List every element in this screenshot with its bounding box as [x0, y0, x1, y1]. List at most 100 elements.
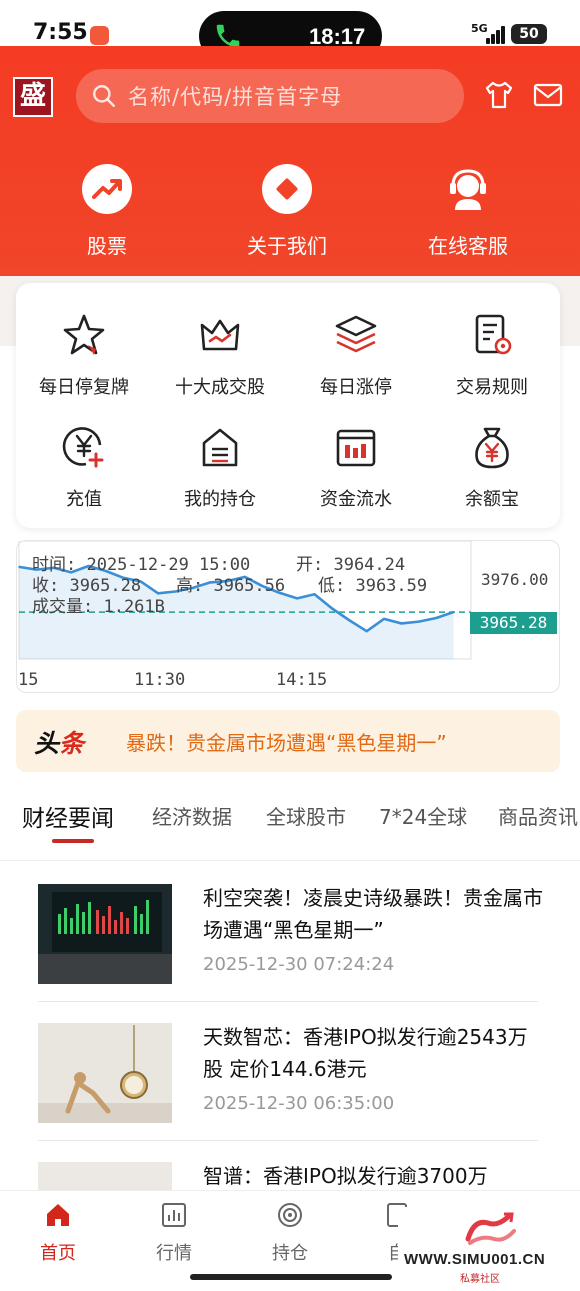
- bar-report-icon: [336, 429, 376, 467]
- tab-finance-news[interactable]: 财经要闻: [22, 799, 114, 833]
- grid-label: 我的持仓: [184, 489, 256, 510]
- nav-label: 持仓: [272, 1243, 308, 1264]
- x-tick-label: 14:15: [276, 670, 328, 690]
- news-tabs: 财经要闻 经济数据 全球股市 7*24全球 商品资讯: [0, 795, 580, 855]
- diamond-icon: [262, 164, 312, 214]
- chart-volume: 成交量: 1.261B: [32, 597, 165, 617]
- data-point: [383, 618, 385, 620]
- chart-high: 高: 3965.56: [176, 576, 286, 596]
- grid-item-limit-up[interactable]: 每日涨停: [288, 311, 424, 399]
- signal-icon: [480, 26, 506, 44]
- status-time: 7:55: [33, 20, 88, 45]
- tshirt-icon[interactable]: [483, 80, 515, 110]
- news-time: 2025-12-30 06:35:00: [203, 1093, 395, 1114]
- home-indicator[interactable]: [190, 1274, 392, 1280]
- headline-banner[interactable]: 头条 暴跌！贵金属市场遭遇“黑色星期一”: [16, 710, 560, 772]
- star-icon: [63, 314, 105, 355]
- grid-item-cash-flow[interactable]: 资金流水: [288, 423, 424, 511]
- grid-item-rules[interactable]: 交易规则: [424, 311, 560, 399]
- nav-positions[interactable]: 持仓: [250, 1201, 330, 1265]
- grid-label: 每日涨停: [320, 377, 392, 398]
- news-thumbnail: [38, 1023, 172, 1123]
- target-icon: [278, 1203, 302, 1227]
- grid-item-holdings[interactable]: 我的持仓: [152, 423, 288, 511]
- news-time: 2025-12-30 07:24:24: [203, 954, 395, 975]
- grid-item-suspension[interactable]: 每日停复牌: [16, 311, 152, 399]
- grid-label: 每日停复牌: [39, 377, 129, 398]
- data-point: [452, 611, 455, 613]
- crown-icon: [200, 319, 240, 351]
- grid-label: 充值: [66, 489, 102, 510]
- grid-label: 十大成交股: [175, 377, 265, 398]
- quick-link-stocks[interactable]: 股票: [42, 164, 172, 259]
- data-point: [313, 593, 316, 596]
- headline-text: 暴跌！贵金属市场遭遇“黑色星期一”: [126, 731, 447, 755]
- data-point: [331, 607, 333, 610]
- layers-icon: [335, 315, 377, 353]
- headline-tag-black: 头: [34, 729, 60, 758]
- grid-item-recharge[interactable]: 充值: [16, 423, 152, 511]
- chart-bars-icon: [162, 1203, 186, 1227]
- app-logo[interactable]: 盛: [13, 77, 53, 117]
- chart-low: 低: 3963.59: [318, 576, 428, 596]
- search-placeholder: 名称/代码/拼音首字母: [128, 85, 343, 109]
- quick-link-label: 在线客服: [428, 234, 508, 258]
- data-point: [418, 620, 420, 623]
- active-tab-indicator: [52, 839, 94, 843]
- quick-link-label: 关于我们: [247, 234, 327, 258]
- money-bag-icon: [475, 427, 509, 469]
- tab-commodities[interactable]: 商品资讯: [498, 801, 578, 830]
- data-point: [435, 617, 438, 619]
- quick-link-label: 股票: [87, 234, 127, 258]
- status-bar: 7:55 18:17 5G 50: [0, 0, 580, 61]
- data-point: [296, 597, 298, 600]
- quick-link-service[interactable]: 在线客服: [403, 164, 533, 259]
- nav-label: 首页: [40, 1243, 76, 1264]
- search-input[interactable]: 名称/代码/拼音首字母: [76, 69, 464, 123]
- watermark: WWW.SIMU001.CN 私募社区: [398, 1207, 578, 1287]
- news-item[interactable]: 天数智芯：香港IPO拟发行逾2543万股 定价144.6港元 2025-12-3…: [38, 1001, 538, 1141]
- news-item[interactable]: 利空突袭！凌晨史诗级暴跌！贵金属市场遭遇“黑色星期一” 2025-12-30 0…: [38, 862, 543, 1002]
- grid-item-yuebao[interactable]: 余额宝: [424, 423, 560, 511]
- yen-plus-icon: [62, 427, 104, 468]
- data-point: [18, 566, 20, 568]
- tab-economic-data[interactable]: 经济数据: [152, 801, 232, 830]
- tab-global-stocks[interactable]: 全球股市: [266, 801, 346, 830]
- chart-top-price: 3976.00: [481, 570, 549, 589]
- headset-icon: [443, 164, 493, 214]
- nav-market[interactable]: 行情: [134, 1201, 214, 1265]
- mail-icon[interactable]: [532, 80, 564, 110]
- house-icon: [202, 428, 238, 467]
- app-notification-icon: [90, 26, 109, 45]
- data-point: [348, 619, 351, 622]
- grid-label: 余额宝: [465, 489, 519, 510]
- grid-item-top-ten[interactable]: 十大成交股: [152, 311, 288, 399]
- grid-label: 资金流水: [320, 489, 392, 510]
- x-tick-label: 15: [18, 670, 39, 690]
- nav-label: 行情: [156, 1243, 192, 1264]
- divider: [0, 860, 580, 861]
- nav-home[interactable]: 首页: [18, 1201, 98, 1265]
- headline-tag-red: 条: [59, 729, 85, 758]
- news-thumbnail: [38, 884, 172, 984]
- news-title: 利空突袭！凌晨史诗级暴跌！贵金属市场遭遇“黑色星期一”: [203, 886, 543, 942]
- tab-global-24h[interactable]: 7*24全球: [379, 801, 467, 830]
- watermark-sub: 私募社区: [460, 1274, 500, 1285]
- headline-tag: 头条: [34, 724, 84, 760]
- feature-card: 每日停复牌 十大成交股 每日涨停 交易规则 充值 我的持仓 资金流水 余额宝: [16, 283, 560, 528]
- news-title: 智谱：香港IPO拟发行逾3700万: [203, 1164, 488, 1188]
- home-icon: [47, 1204, 69, 1226]
- rules-doc-icon: [475, 314, 512, 355]
- data-point: [365, 630, 368, 632]
- search-icon: [93, 85, 115, 107]
- x-tick-label: 11:30: [134, 670, 186, 690]
- current-price-tag: 3965.28: [470, 612, 557, 634]
- data-point: [400, 622, 403, 625]
- grid-label: 交易规则: [456, 377, 528, 398]
- watermark-url: WWW.SIMU001.CN: [404, 1251, 546, 1268]
- trend-up-icon: [82, 164, 132, 214]
- news-title: 天数智芯：香港IPO拟发行逾2543万股 定价144.6港元: [203, 1025, 528, 1081]
- battery-icon: 50: [511, 24, 547, 44]
- quick-link-about[interactable]: 关于我们: [222, 164, 352, 259]
- watermark-logo: [465, 1212, 516, 1245]
